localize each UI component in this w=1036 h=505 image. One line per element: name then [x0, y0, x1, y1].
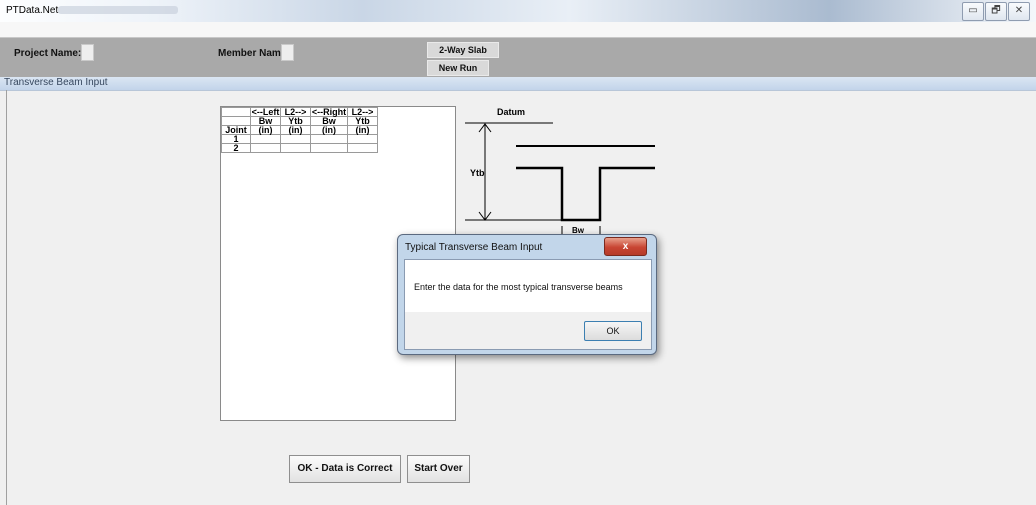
left-ytb-cell[interactable]: [280, 134, 311, 144]
member-name-label: Member Name:: [218, 48, 290, 59]
grid-header-cell: (in): [310, 125, 348, 135]
dialog-close-icon[interactable]: x: [604, 237, 647, 256]
grid-header-cell: (in): [280, 125, 311, 135]
menu-strip: [0, 22, 1036, 38]
start-over-button[interactable]: Start Over: [407, 455, 470, 483]
grid-header-cell: (in): [250, 125, 281, 135]
right-ytb-cell[interactable]: [347, 143, 378, 153]
beam-profile: [516, 166, 655, 222]
section-title: Transverse Beam Input: [4, 77, 108, 88]
close-icon[interactable]: ✕: [1008, 2, 1030, 21]
beam-grid: <--Left L2--> <--Right L2--> Bw Ytb Bw Y…: [221, 107, 378, 153]
minimize-icon[interactable]: ▭: [962, 2, 984, 21]
member-name-field[interactable]: [281, 44, 294, 61]
right-bw-cell[interactable]: [310, 143, 348, 153]
title-blur: [58, 6, 178, 14]
typical-beam-dialog: Typical Transverse Beam Input x Enter th…: [397, 234, 657, 355]
slab-type-button[interactable]: 2-Way Slab: [427, 42, 499, 58]
window-titlebar: PTData.Net ▭ 🗗 ✕: [0, 0, 1036, 22]
dialog-ok-button[interactable]: OK: [584, 321, 642, 341]
datum-label: Datum: [497, 107, 526, 117]
table-row: 1: [221, 134, 378, 144]
left-ytb-cell[interactable]: [280, 143, 311, 153]
right-ytb-cell[interactable]: [347, 134, 378, 144]
grid-header-cell: [221, 107, 251, 117]
section-bar: Transverse Beam Input: [0, 77, 1036, 91]
grid-header-cell: (in): [347, 125, 378, 135]
left-border: [6, 90, 7, 505]
joint-cell: 2: [221, 143, 251, 153]
window-title: PTData.Net: [6, 5, 59, 16]
project-name-field[interactable]: [81, 44, 94, 61]
maximize-icon[interactable]: 🗗: [985, 2, 1007, 21]
new-run-button[interactable]: New Run: [427, 60, 489, 76]
dialog-message: Enter the data for the most typical tran…: [414, 282, 623, 292]
beam-section-diagram: [465, 122, 655, 240]
header-band: Project Name: Member Name: 2-Way Slab Ne…: [0, 37, 1036, 78]
right-bw-cell[interactable]: [310, 134, 348, 144]
ok-data-correct-button[interactable]: OK - Data is Correct: [289, 455, 401, 483]
dialog-message-area: Enter the data for the most typical tran…: [405, 260, 651, 312]
left-bw-cell[interactable]: [250, 143, 281, 153]
project-name-label: Project Name:: [14, 48, 82, 59]
ytb-label: Ytb: [470, 168, 485, 178]
dialog-title: Typical Transverse Beam Input: [405, 242, 543, 253]
dialog-body: Enter the data for the most typical tran…: [404, 259, 652, 350]
table-row: 2: [221, 143, 378, 153]
left-bw-cell[interactable]: [250, 134, 281, 144]
